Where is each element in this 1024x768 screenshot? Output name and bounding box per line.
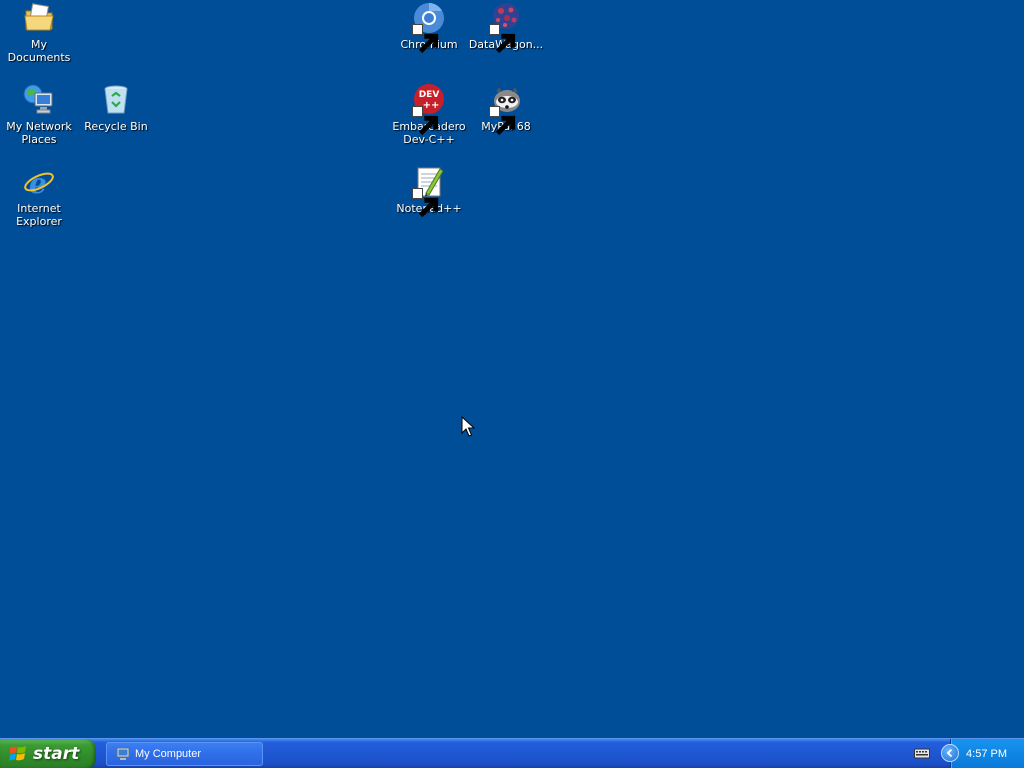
task-label: My Computer xyxy=(135,748,202,760)
icon-label: My Documents xyxy=(7,38,71,64)
windows-logo-icon xyxy=(9,746,26,761)
start-label: start xyxy=(33,744,80,764)
desktop-icon-my-documents[interactable]: My Documents xyxy=(0,1,78,64)
shortcut-arrow-icon xyxy=(489,24,516,54)
icon-label: Internet Explorer xyxy=(16,202,62,228)
desktop-icon-notepadpp[interactable]: Notepad++ xyxy=(390,165,468,218)
taskbar: start My Computer 4:57 PM xyxy=(0,738,1024,768)
network-places-icon xyxy=(22,83,56,117)
my-documents-icon xyxy=(22,1,56,35)
start-button[interactable]: start xyxy=(0,739,96,768)
desktop-icon-my-network-places[interactable]: My Network Places xyxy=(0,83,78,146)
shortcut-arrow-icon xyxy=(489,106,516,136)
internet-explorer-icon: e xyxy=(22,165,56,199)
chevron-left-icon xyxy=(946,748,953,758)
desktop-icon-mypal-68[interactable]: MyPal 68 xyxy=(467,83,545,136)
system-tray: 4:57 PM xyxy=(950,739,1024,768)
shortcut-arrow-icon xyxy=(412,106,439,136)
shortcut-arrow-icon xyxy=(412,188,439,218)
taskbar-button-my-computer[interactable]: My Computer xyxy=(106,742,263,766)
clock[interactable]: 4:57 PM xyxy=(966,748,1007,760)
shortcut-arrow-icon xyxy=(412,24,439,54)
devcpp-icon: DEV ++ xyxy=(412,83,446,136)
icon-label: Recycle Bin xyxy=(84,120,148,133)
svg-text:DEV: DEV xyxy=(419,90,440,100)
desktop-icon-chromium[interactable]: Chromium xyxy=(390,1,468,54)
desktop-icon-internet-explorer[interactable]: e Internet Explorer xyxy=(0,165,78,228)
mouse-cursor-icon xyxy=(461,416,475,437)
icon-label: My Network Places xyxy=(6,120,72,146)
mypal-icon xyxy=(489,83,523,136)
desktop: My Documents My Network Places Recycle B… xyxy=(0,0,1024,738)
notepadpp-icon xyxy=(412,165,446,218)
datawagon-icon xyxy=(489,1,523,54)
show-hidden-icons-chevron[interactable] xyxy=(941,744,959,762)
desktop-icon-datawagon[interactable]: DataWagon... xyxy=(467,1,545,54)
desktop-icon-recycle-bin[interactable]: Recycle Bin xyxy=(77,83,155,133)
keyboard-icon[interactable] xyxy=(914,747,930,759)
chromium-icon xyxy=(412,1,446,54)
svg-text:e: e xyxy=(29,167,47,199)
desktop-icon-embarcadero-devcpp[interactable]: DEV ++ Embarcadero Dev-C++ xyxy=(390,83,468,146)
my-computer-icon xyxy=(116,747,130,760)
recycle-bin-icon xyxy=(99,83,133,117)
